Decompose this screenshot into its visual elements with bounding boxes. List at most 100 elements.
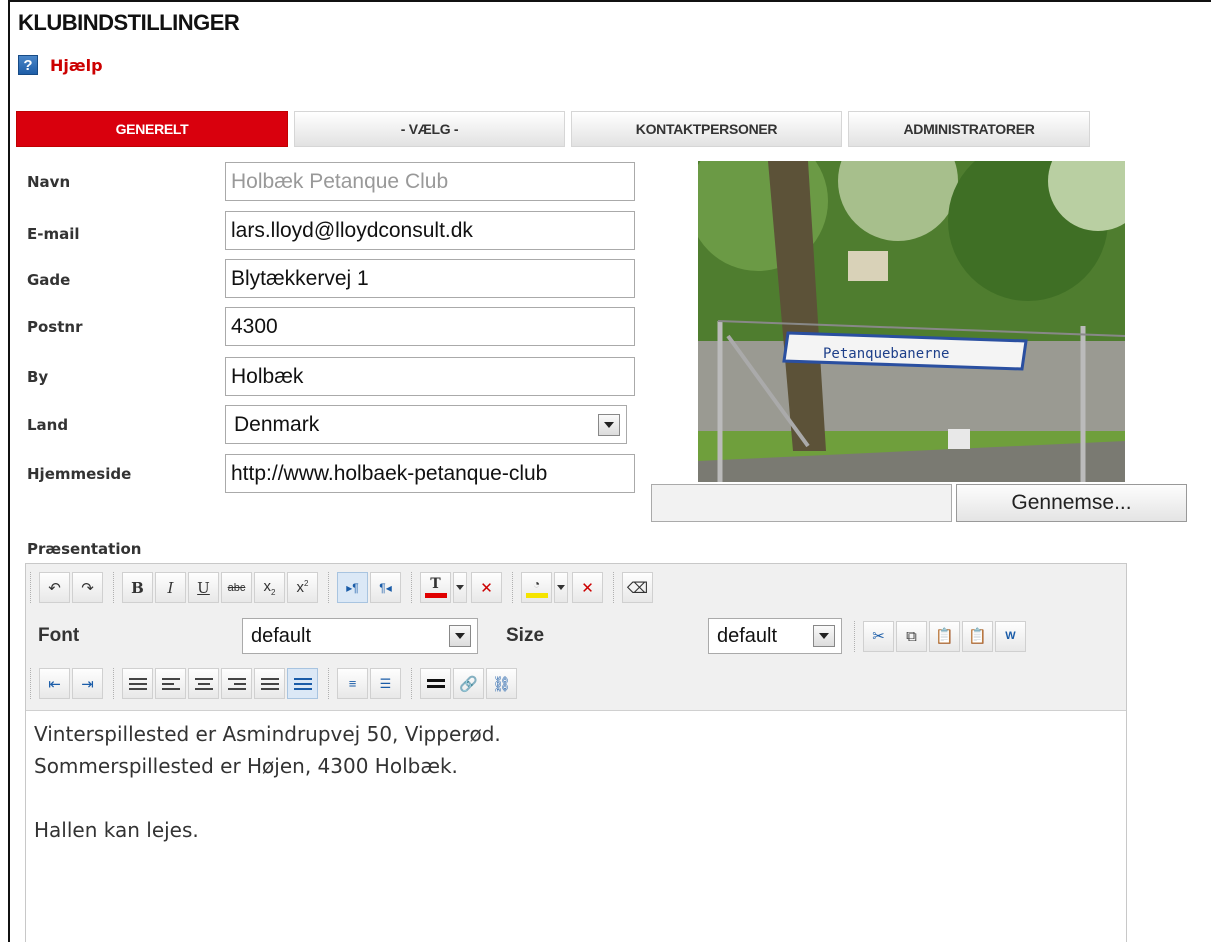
align-left-button[interactable] <box>155 668 186 699</box>
tab-kontaktpersoner[interactable]: KONTAKTPERSONER <box>571 111 842 147</box>
scissors-icon: ✂ <box>872 628 885 645</box>
rtl-icon: ¶◂ <box>379 580 392 595</box>
help-link[interactable]: ? Hjælp <box>18 55 103 75</box>
street-label: Gade <box>27 271 71 289</box>
remove-highlight-button[interactable]: ✕ <box>572 572 603 603</box>
city-field[interactable]: Holbæk <box>225 357 635 396</box>
link-button[interactable]: 🔗 <box>453 668 484 699</box>
size-select[interactable]: default <box>708 618 842 654</box>
strikethrough-icon: abc <box>227 581 246 594</box>
subscript-icon: x2 <box>263 578 276 597</box>
italic-icon: I <box>167 578 174 597</box>
redo-button[interactable]: ↷ <box>72 572 103 603</box>
tab-administratorer[interactable]: ADMINISTRATORER <box>848 111 1090 147</box>
chevron-down-icon <box>598 414 620 436</box>
ltr-icon: ▸¶ <box>346 580 359 595</box>
justify-button[interactable] <box>254 668 285 699</box>
underline-button[interactable]: U <box>188 572 219 603</box>
align-left-icon <box>161 677 180 690</box>
horizontal-rule-icon <box>426 679 445 688</box>
page-title: KLUBINDSTILLINGER <box>18 10 240 35</box>
sign-text: Petanquebanerne <box>823 346 949 362</box>
name-field: Holbæk Petanque Club <box>225 162 635 201</box>
clear-format-button[interactable]: ⌫ <box>622 572 653 603</box>
editor-content[interactable]: Vinterspillested er Asmindrupvej 50, Vip… <box>34 718 501 846</box>
align-center-icon <box>194 677 213 690</box>
text-color-icon: T <box>430 576 441 592</box>
size-label: Size <box>506 625 545 646</box>
rtl-button[interactable]: ¶◂ <box>370 572 401 603</box>
presentation-label: Præsentation <box>27 540 142 558</box>
country-select-value: Denmark <box>234 413 320 436</box>
text-color-swatch <box>424 593 447 598</box>
superscript-button[interactable]: x2 <box>287 572 318 603</box>
website-field[interactable]: http://www.holbaek-petanque-club <box>225 454 635 493</box>
undo-icon: ↶ <box>48 579 61 597</box>
remove-highlight-icon: ✕ <box>581 579 594 597</box>
highlight-dropdown[interactable] <box>554 572 568 603</box>
align-center-button[interactable] <box>188 668 219 699</box>
underline-icon: U <box>197 578 210 597</box>
justify-icon <box>260 677 279 690</box>
font-select[interactable]: default <box>242 618 478 654</box>
align-right-button[interactable] <box>221 668 252 699</box>
file-path-input[interactable] <box>651 484 952 522</box>
tab-generelt[interactable]: GENERELT <box>16 111 288 147</box>
remove-text-color-button[interactable]: ✕ <box>471 572 502 603</box>
highlight-button[interactable]: ◔ <box>521 572 552 603</box>
subscript-button[interactable]: x2 <box>254 572 285 603</box>
zip-field[interactable]: 4300 <box>225 307 635 346</box>
email-field[interactable]: lars.lloyd@lloydconsult.dk <box>225 211 635 250</box>
remove-color-icon: ✕ <box>480 579 493 597</box>
copy-button[interactable]: ⧉ <box>896 620 927 652</box>
paste-icon: 📋 <box>935 628 954 645</box>
paste-text-button[interactable]: 📋 <box>962 620 993 652</box>
unlink-button[interactable]: ⛓ <box>486 668 517 699</box>
tab-bar: GENERELT - VÆLG - KONTAKTPERSONER ADMINI… <box>16 111 1096 147</box>
strikethrough-button[interactable]: abc <box>221 572 252 603</box>
editor-toolbar: ↶ ↷ B I U abc x2 x2 ▸¶ ¶◂ T ✕ ◔ ✕ ⌫ Font… <box>26 564 1126 711</box>
ordered-list-button[interactable]: ≡ <box>337 668 368 699</box>
country-select[interactable]: Denmark <box>225 405 627 444</box>
name-label: Navn <box>27 173 71 191</box>
indent-icon: ⇥ <box>81 675 94 693</box>
outdent-button[interactable]: ⇤ <box>39 668 70 699</box>
undo-button[interactable]: ↶ <box>39 572 70 603</box>
ltr-button[interactable]: ▸¶ <box>337 572 368 603</box>
indent-button[interactable]: ⇥ <box>72 668 103 699</box>
paragraph-button[interactable] <box>122 668 153 699</box>
paste-word-button[interactable]: W <box>995 620 1026 652</box>
club-photo: Petanquebanerne <box>698 161 1125 482</box>
city-label: By <box>27 368 49 386</box>
website-label: Hjemmeside <box>27 465 132 483</box>
browse-button[interactable]: Gennemse... <box>956 484 1187 522</box>
club-photo-image: Petanquebanerne <box>698 161 1125 482</box>
align-right-icon <box>227 677 246 690</box>
highlight-swatch <box>525 593 548 598</box>
cut-button[interactable]: ✂ <box>863 620 894 652</box>
justify-full-icon <box>293 677 312 690</box>
street-field[interactable]: Blytækkervej 1 <box>225 259 635 298</box>
paragraph-icon <box>128 677 147 690</box>
country-label: Land <box>27 416 69 434</box>
chevron-down-icon <box>449 625 471 647</box>
superscript-icon: x2 <box>296 579 309 596</box>
outdent-icon: ⇤ <box>48 675 61 693</box>
email-label: E-mail <box>27 225 80 243</box>
bold-button[interactable]: B <box>122 572 153 603</box>
italic-button[interactable]: I <box>155 572 186 603</box>
bold-icon: B <box>131 578 144 597</box>
zip-label: Postnr <box>27 318 83 336</box>
justify-full-button[interactable] <box>287 668 318 699</box>
text-color-button[interactable]: T <box>420 572 451 603</box>
bullet-list-button[interactable]: ☰ <box>370 668 401 699</box>
paste-word-icon: W <box>1005 630 1016 642</box>
tab-vaelg[interactable]: - VÆLG - <box>294 111 565 147</box>
horizontal-rule-button[interactable] <box>420 668 451 699</box>
paste-button[interactable]: 📋 <box>929 620 960 652</box>
copy-icon: ⧉ <box>906 627 917 645</box>
font-label: Font <box>38 625 80 646</box>
font-select-value: default <box>251 625 312 647</box>
text-color-dropdown[interactable] <box>453 572 467 603</box>
paste-text-icon: 📋 <box>968 628 987 645</box>
